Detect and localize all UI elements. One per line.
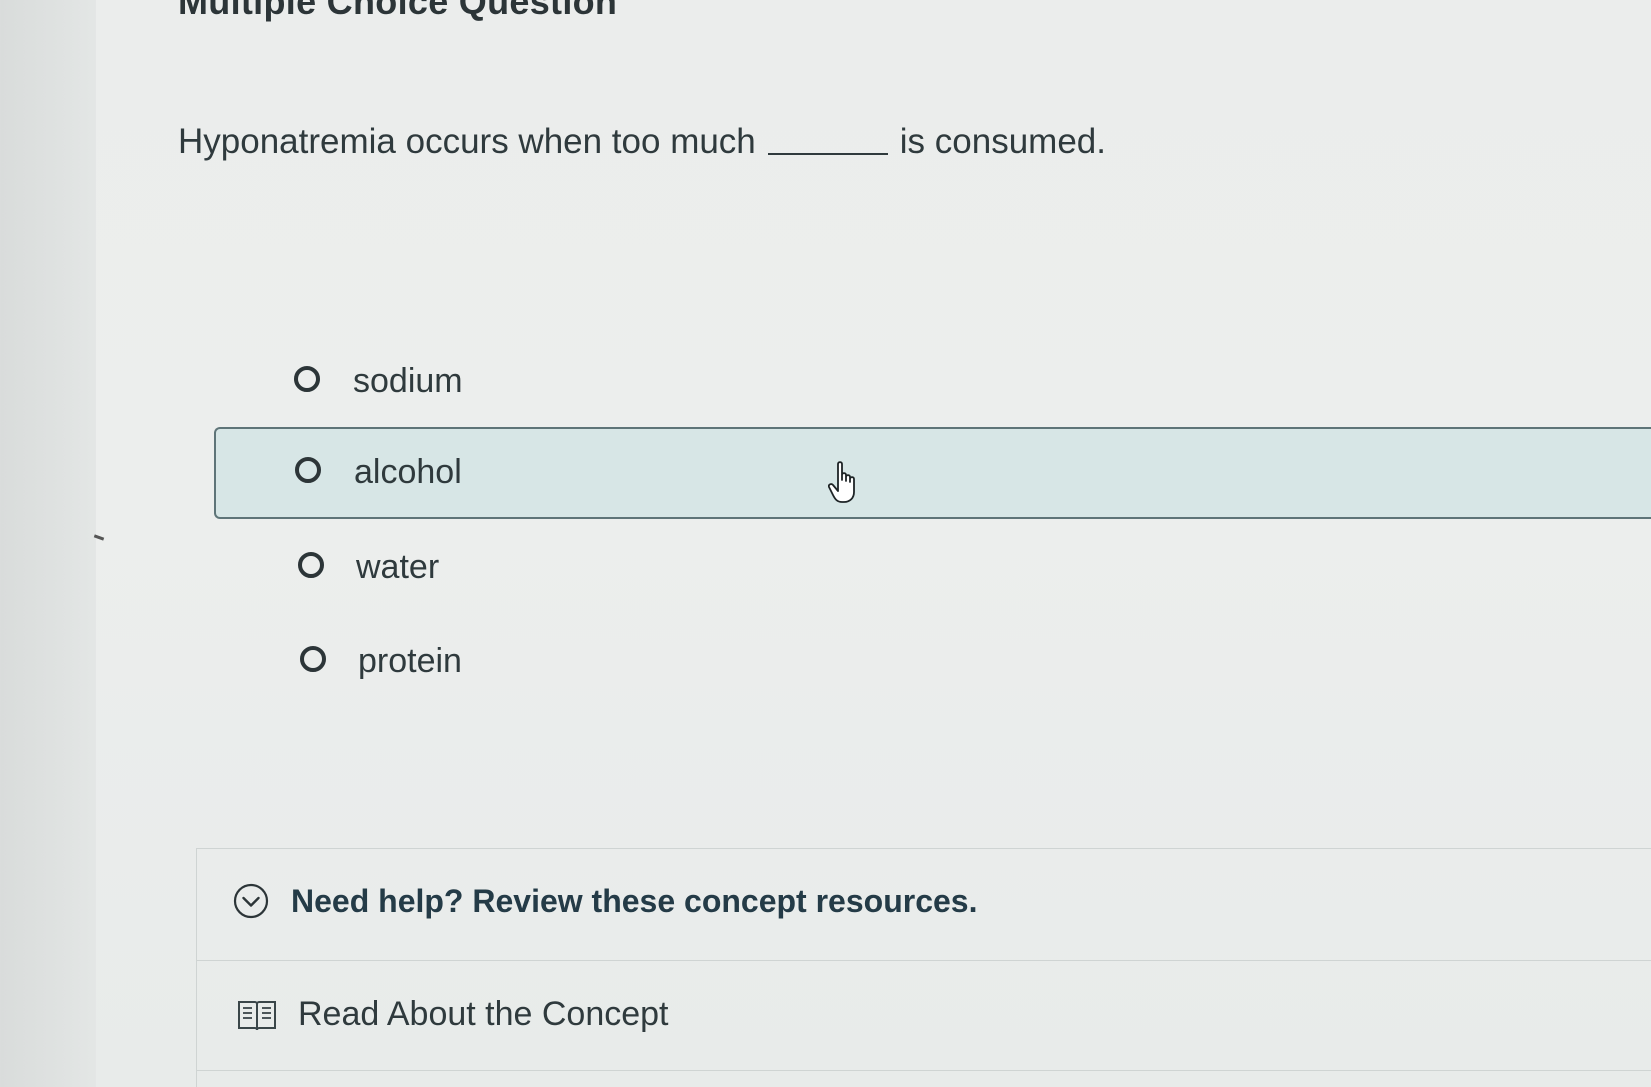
radio-button[interactable] <box>298 552 324 578</box>
question-stem: Hyponatremia occurs when too much is cons… <box>178 122 1106 162</box>
radio-button[interactable] <box>300 646 326 672</box>
option-label: sodium <box>353 362 463 400</box>
question-type-title: Multiple Choice Question <box>178 0 618 22</box>
question-stem-before: Hyponatremia occurs when too much <box>178 122 756 161</box>
question-stem-after: is consumed. <box>899 122 1106 161</box>
option-water[interactable]: water <box>214 522 1651 614</box>
help-title: Need help? Review these concept resource… <box>291 883 978 919</box>
resource-label: Read About the Concept <box>298 995 669 1033</box>
option-protein[interactable]: protein <box>214 616 1651 708</box>
chevron-down-circle-icon[interactable] <box>233 883 269 919</box>
answer-blank <box>767 153 888 155</box>
radio-button[interactable] <box>295 457 321 483</box>
option-sodium[interactable]: sodium <box>214 336 1651 428</box>
read-about-concept-link[interactable]: Read About the Concept <box>197 961 1651 1071</box>
option-label: alcohol <box>354 453 462 491</box>
help-toggle[interactable]: Need help? Review these concept resource… <box>197 849 1651 961</box>
hand-pointer-cursor-icon <box>828 461 855 503</box>
help-panel: Need help? Review these concept resource… <box>196 848 1651 1087</box>
option-label: protein <box>358 642 462 680</box>
option-label: water <box>356 548 440 586</box>
option-alcohol[interactable]: alcohol <box>214 427 1651 519</box>
book-icon <box>238 1001 276 1031</box>
radio-button[interactable] <box>294 366 320 392</box>
